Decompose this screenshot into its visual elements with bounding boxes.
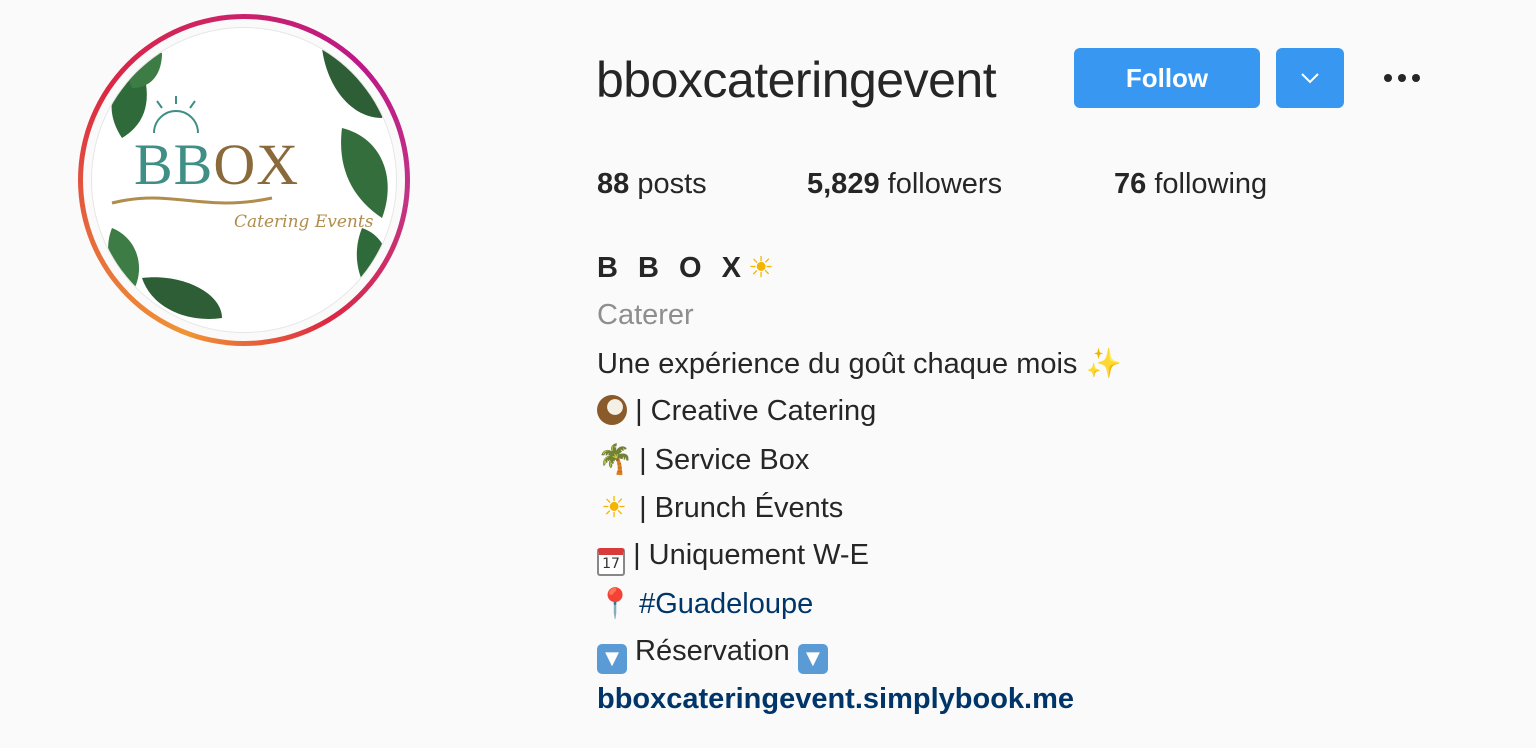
suggested-accounts-dropdown-button[interactable] (1276, 48, 1344, 108)
bio-line: 📍 #Guadeloupe (597, 585, 813, 622)
more-options-icon (1384, 74, 1392, 82)
coconut-icon (597, 395, 627, 425)
bio-line: 17 | Uniquement W-E (597, 537, 869, 576)
bio-line: ☀ | Brunch Évents (597, 489, 843, 526)
bio-category: Caterer (597, 299, 694, 331)
hashtag-link[interactable]: #Guadeloupe (639, 588, 813, 620)
sun-icon: ☀ (747, 250, 780, 284)
bio-line: Une expérience du goût chaque mois ✨ (597, 346, 1122, 380)
sun-icon: ☀ (601, 490, 627, 524)
avatar-logo-subtitle: Catering Events (234, 212, 374, 232)
profile-username: bboxcateringevent (596, 52, 997, 108)
bio-line: | Creative Catering (597, 393, 876, 429)
more-options-icon (1412, 74, 1420, 82)
more-options-icon (1398, 74, 1406, 82)
down-arrow-icon: ▼ (797, 644, 828, 674)
palm-tree-icon: 🌴 (597, 442, 634, 476)
followers-link[interactable]: 5,829 followers (807, 166, 1002, 202)
avatar-logo-text: BBOX (134, 132, 300, 197)
pin-icon: 📍 (597, 586, 634, 620)
bio-line: ▼ Réservation ▼ (597, 633, 828, 674)
profile-avatar-ring[interactable]: BBOX Catering Events (78, 14, 410, 346)
bio-full-name: B B O X☀ (597, 250, 780, 284)
follow-button[interactable]: Follow (1074, 48, 1260, 108)
posts-count: 88 posts (597, 168, 707, 200)
calendar-icon: 17 (597, 548, 625, 576)
more-options-button[interactable] (1378, 60, 1426, 96)
sparkles-icon: ✨ (1085, 346, 1122, 380)
avatar-gap: BBOX Catering Events (83, 19, 405, 341)
bio-line: 🌴 | Service Box (597, 442, 810, 476)
following-link[interactable]: 76 following (1114, 166, 1267, 202)
website-link[interactable]: bboxcateringevent.simplybook.me (597, 681, 1074, 717)
avatar[interactable]: BBOX Catering Events (91, 27, 397, 333)
down-arrow-icon: ▼ (597, 644, 627, 674)
chevron-down-icon (1301, 73, 1319, 84)
